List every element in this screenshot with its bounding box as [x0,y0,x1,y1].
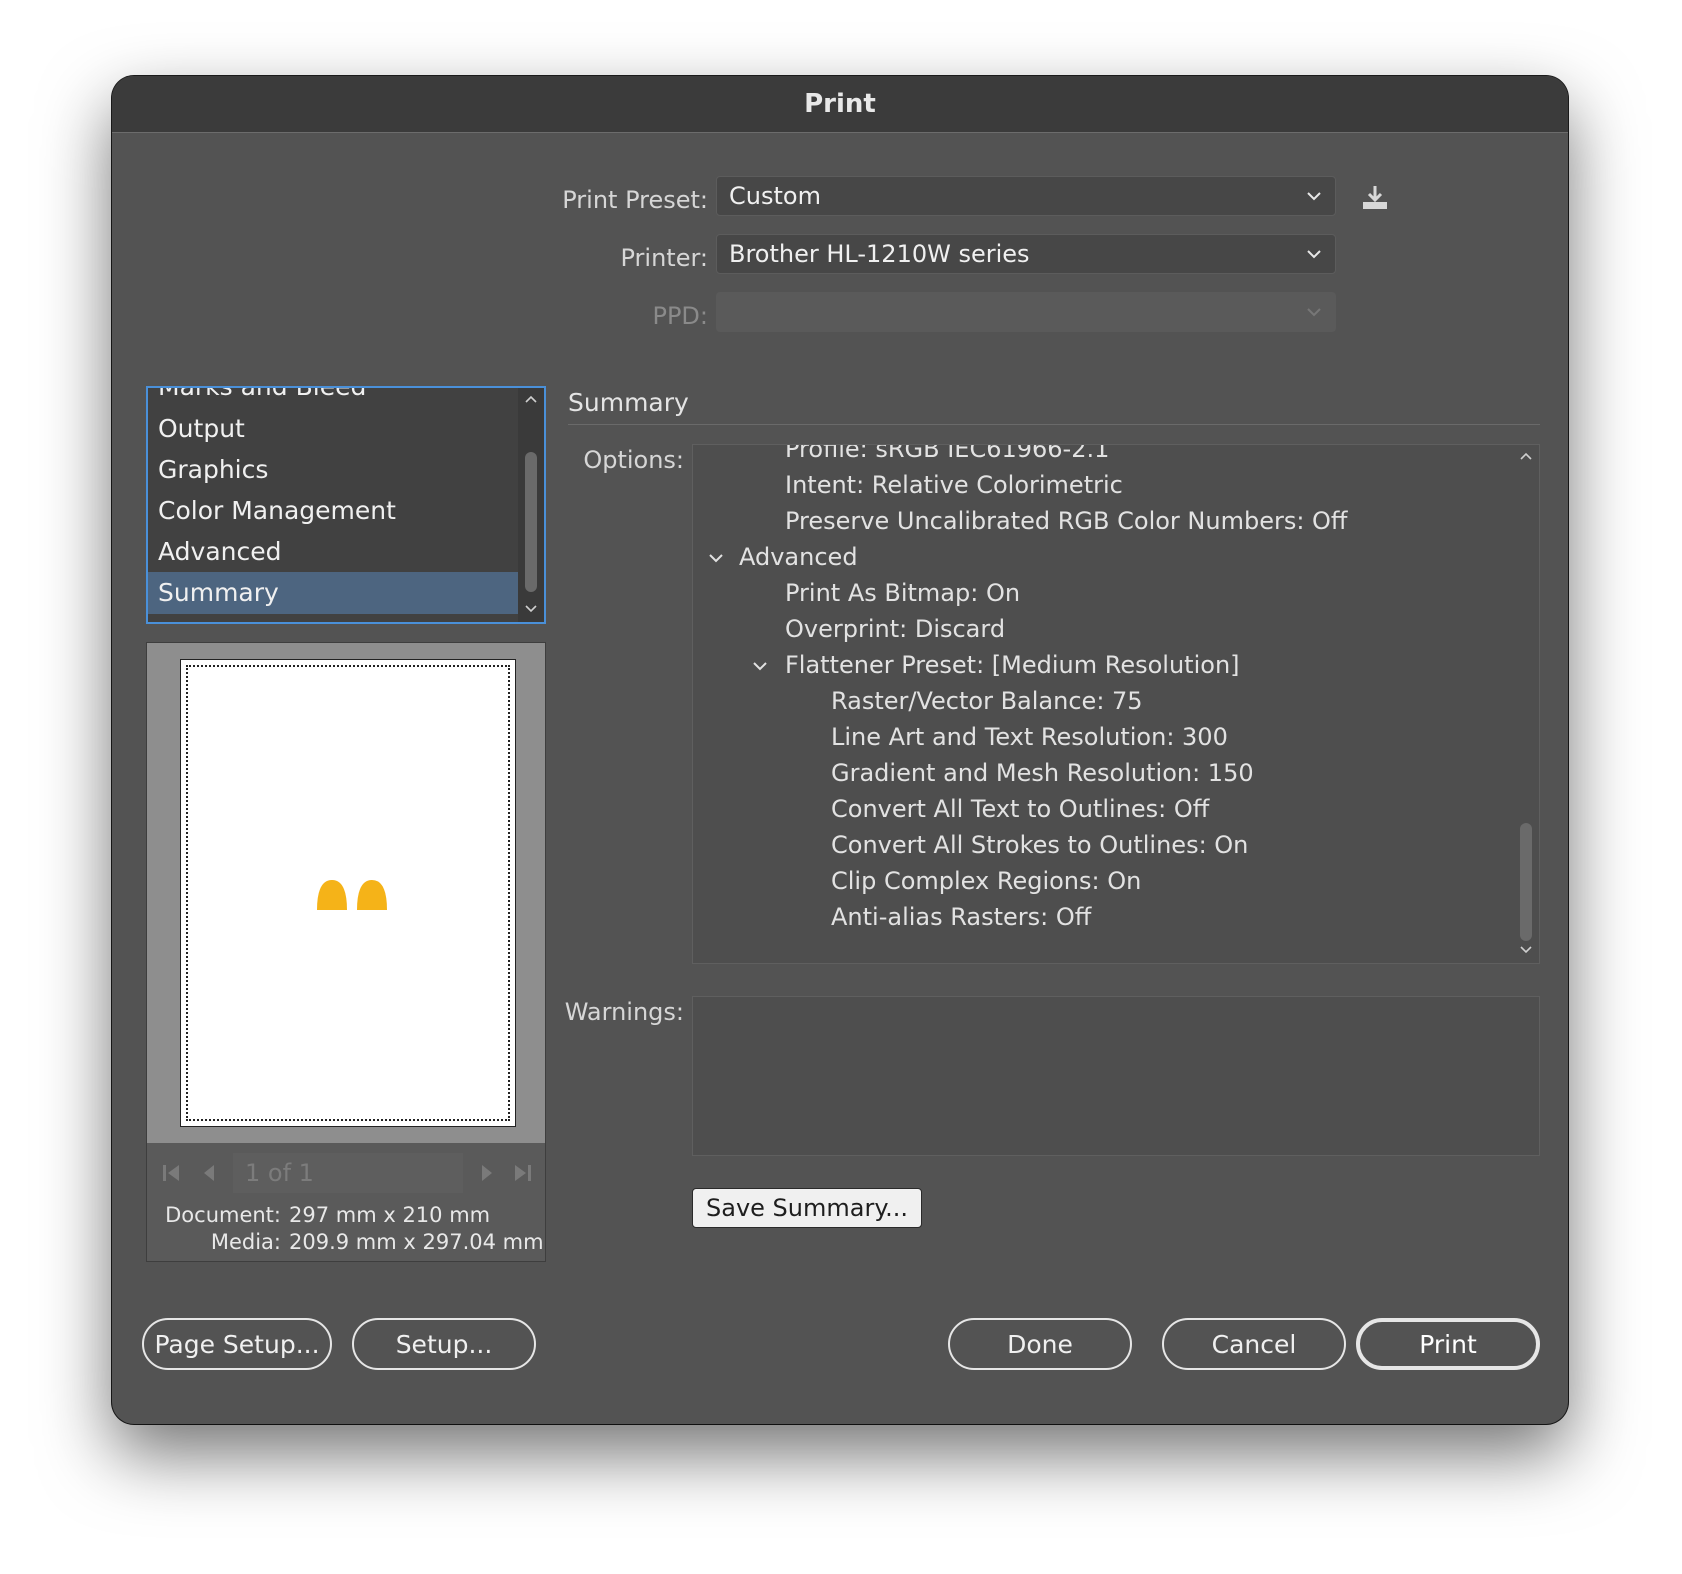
media-size-label: Media: [210,1230,281,1254]
category-item-marks-and-bleed[interactable]: Marks and Bleed [148,388,518,408]
page-indicator[interactable]: 1 of 1 [233,1153,463,1193]
option-group-advanced[interactable]: Advanced [739,543,858,571]
option-group-flattener-preset[interactable]: Flattener Preset: [Medium Resolution] [785,651,1240,679]
option-row-profile: Profile: sRGB IEC61966-2.1 [785,444,1110,463]
document-size-value: 297 mm x 210 mm [289,1203,491,1227]
printer-value: Brother HL-1210W series [729,240,1030,268]
option-row-overprint: Overprint: Discard [785,615,1006,643]
print-preset-select[interactable]: Custom [716,176,1336,216]
next-page-icon[interactable] [477,1153,497,1193]
artwork-thumbnail [317,880,387,910]
chevron-down-icon [1307,192,1321,201]
option-row-convert-text: Convert All Text to Outlines: Off [831,795,1210,823]
option-row-intent: Intent: Relative Colorimetric [785,471,1123,499]
save-summary-button[interactable]: Save Summary... [692,1188,922,1228]
print-preset-label: Print Preset: [562,186,708,214]
scrollbar-thumb[interactable] [525,452,537,592]
print-dialog: Print Print Preset: Custom Printer: Brot… [112,76,1568,1424]
option-row-print-as-bitmap: Print As Bitmap: On [785,579,1021,607]
category-item-graphics[interactable]: Graphics [148,449,518,491]
ppd-label: PPD: [652,302,708,330]
print-preview-panel: 1 of 1 Document: 297 mm x 210 mm Media: … [146,642,546,1262]
scroll-down-icon[interactable] [1519,943,1533,957]
warnings-box [692,996,1540,1156]
document-size-label: Document: [165,1203,281,1227]
summary-section-title: Summary [568,388,689,417]
option-row-anti-alias-rasters: Anti-alias Rasters: Off [831,903,1092,931]
first-page-icon[interactable] [159,1153,183,1193]
cancel-button[interactable]: Cancel [1162,1318,1346,1370]
title-bar: Print [112,76,1568,133]
category-scrollbar[interactable] [518,388,544,622]
category-list[interactable]: Marks and Bleed Output Graphics Color Ma… [146,386,546,624]
disclosure-chevron-icon[interactable] [751,657,769,675]
scroll-up-icon[interactable] [1519,449,1533,463]
option-row-raster-vector-balance: Raster/Vector Balance: 75 [831,687,1143,715]
last-page-icon[interactable] [511,1153,535,1193]
scroll-down-icon[interactable] [524,602,538,616]
category-item-advanced[interactable]: Advanced [148,531,518,573]
category-item-summary[interactable]: Summary [148,572,518,614]
category-item-output[interactable]: Output [148,408,518,450]
summary-divider [568,424,1540,425]
option-row-clip-complex-regions: Clip Complex Regions: On [831,867,1142,895]
done-button[interactable]: Done [948,1318,1132,1370]
setup-button[interactable]: Setup... [352,1318,536,1370]
option-row-convert-strokes: Convert All Strokes to Outlines: On [831,831,1249,859]
print-preset-value: Custom [729,182,821,210]
category-item-color-management[interactable]: Color Management [148,490,518,532]
printer-select[interactable]: Brother HL-1210W series [716,234,1336,274]
scrollbar-thumb[interactable] [1520,823,1532,941]
print-button[interactable]: Print [1356,1318,1540,1370]
printer-label: Printer: [620,244,708,272]
preview-canvas[interactable] [147,643,545,1143]
ppd-select [716,292,1336,332]
page-setup-button[interactable]: Page Setup... [142,1318,332,1370]
disclosure-chevron-icon[interactable] [707,549,725,567]
option-row-line-art-resolution: Line Art and Text Resolution: 300 [831,723,1228,751]
scroll-up-icon[interactable] [524,392,538,406]
media-size-value: 209.9 mm x 297.04 mm [289,1230,544,1254]
options-label: Options: [583,446,684,474]
previous-page-icon[interactable] [199,1153,219,1193]
option-row-preserve-rgb: Preserve Uncalibrated RGB Color Numbers:… [785,507,1348,535]
chevron-down-icon [1307,250,1321,259]
options-scrollbar[interactable] [1513,445,1539,963]
options-tree[interactable]: Profile: sRGB IEC61966-2.1 Intent: Relat… [692,444,1540,964]
window-title: Print [804,89,876,119]
option-row-gradient-mesh-resolution: Gradient and Mesh Resolution: 150 [831,759,1254,787]
warnings-label: Warnings: [564,998,684,1026]
preview-page [180,659,516,1127]
chevron-down-icon [1307,308,1321,317]
save-preset-icon[interactable] [1358,180,1392,214]
